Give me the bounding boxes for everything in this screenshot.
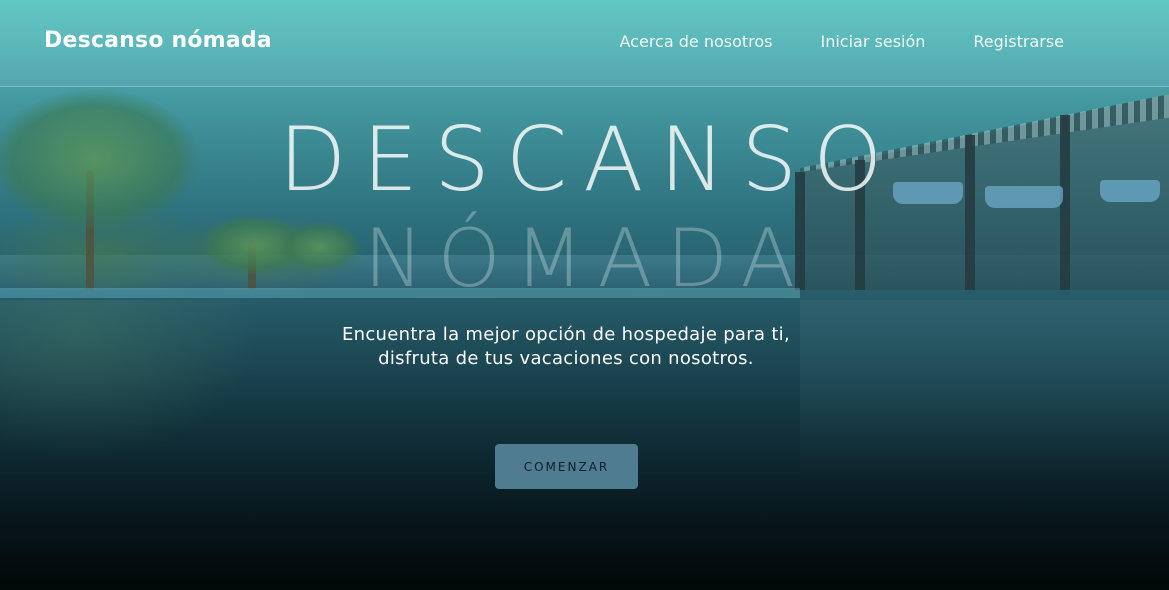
start-button[interactable]: COMENZAR [495,444,638,489]
nav-link-register[interactable]: Registrarse [973,32,1064,51]
brand-logo[interactable]: Descanso nómada [44,28,272,53]
hero-title-line1: DESCANSO [278,108,899,211]
nav-link-about[interactable]: Acerca de nosotros [620,32,773,51]
hero-title-line2: NÓMADA [363,212,810,305]
nav-links: Acerca de nosotros Iniciar sesión Regist… [620,32,1064,51]
palm-reflection [0,300,260,460]
hero-tagline: Encuentra la mejor opción de hospedaje p… [341,324,790,369]
pavilion-reflection [800,300,1169,480]
nav-link-login[interactable]: Iniciar sesión [821,32,926,51]
top-navbar: Descanso nómada Acerca de nosotros Inici… [0,0,1169,87]
hero-section: Descanso nómada Acerca de nosotros Inici… [0,0,1169,590]
